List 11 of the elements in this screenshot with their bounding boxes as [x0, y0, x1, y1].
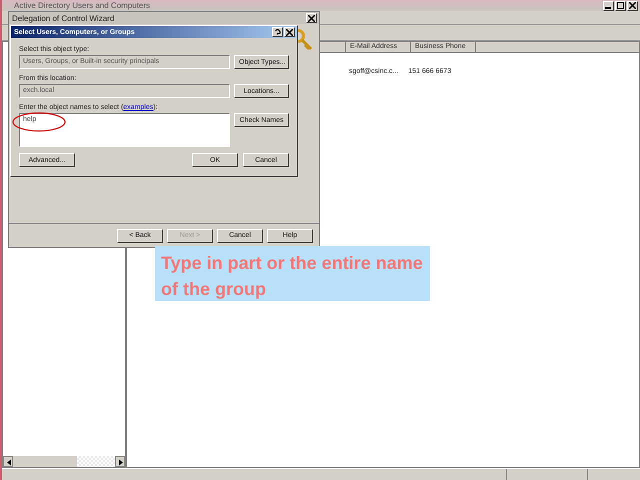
highlight-ellipse — [12, 112, 66, 132]
close-button[interactable] — [306, 13, 317, 23]
help-button[interactable] — [272, 27, 283, 37]
callout-text: Type in part or the entire name of the group — [161, 253, 423, 299]
window-title: Active Directory Users and Computers — [14, 1, 150, 10]
close-button[interactable] — [627, 0, 638, 10]
restore-button[interactable] — [615, 0, 626, 10]
minimize-button[interactable] — [603, 0, 614, 10]
scrollbar[interactable] — [3, 456, 125, 467]
close-button[interactable] — [284, 27, 295, 37]
window-title: Delegation of Control Wizard — [12, 14, 114, 22]
